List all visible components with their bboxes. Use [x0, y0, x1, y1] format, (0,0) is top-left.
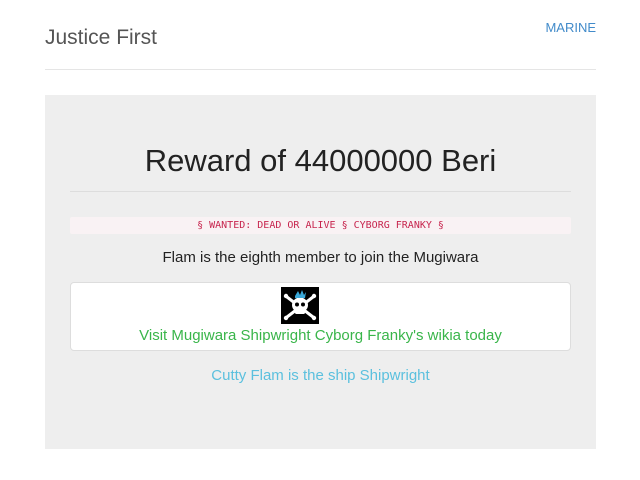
site-brand[interactable]: Justice First [45, 26, 157, 50]
wikia-link[interactable]: Visit Mugiwara Shipwright Cyborg Franky'… [71, 326, 570, 346]
bounty-jumbotron: Reward of 44000000 Beri § WANTED: DEAD O… [45, 95, 596, 449]
marine-nav-link[interactable]: MARINE [545, 20, 596, 36]
site-header: Justice First MARINE [45, 0, 596, 70]
heading-divider [70, 191, 571, 192]
wikia-thumbnail-panel: Visit Mugiwara Shipwright Cyborg Franky'… [70, 282, 571, 351]
reward-heading: Reward of 44000000 Beri [144, 143, 497, 178]
shipwright-link[interactable]: Cutty Flam is the ship Shipwright [70, 366, 571, 386]
member-description: Flam is the eighth member to join the Mu… [162, 249, 479, 266]
jolly-roger-icon[interactable] [281, 287, 319, 324]
wanted-notice: § WANTED: DEAD OR ALIVE § CYBORG FRANKY … [70, 217, 571, 234]
